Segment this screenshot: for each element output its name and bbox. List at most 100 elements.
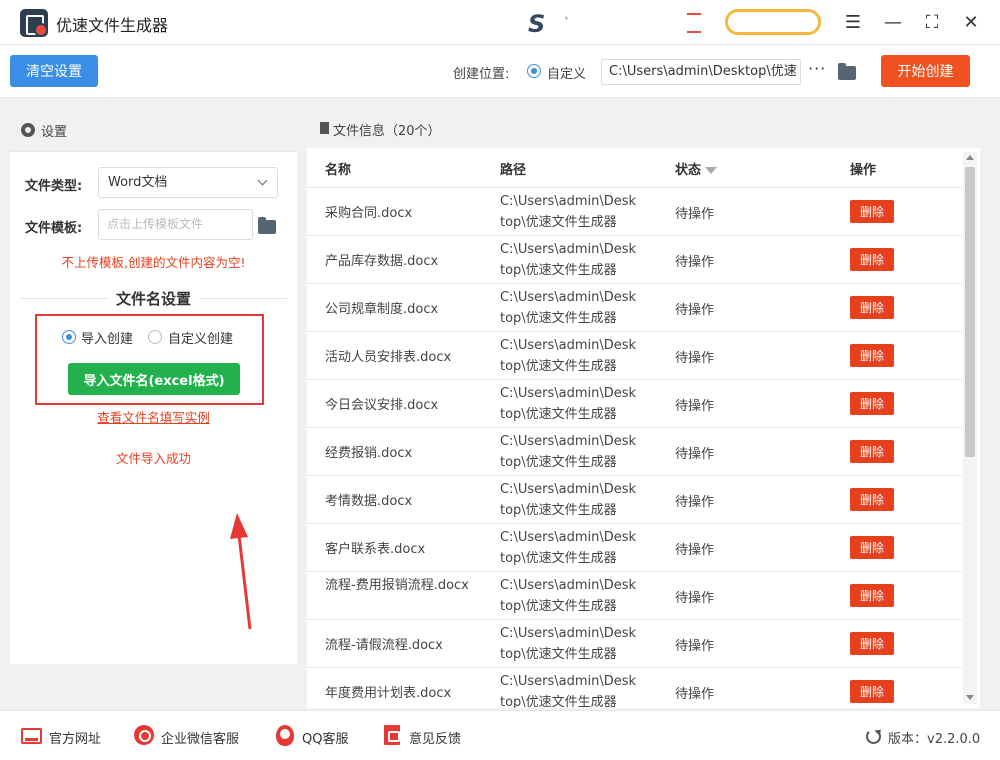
location-path-input[interactable]: C:\Users\admin\Desktop\优速 bbox=[601, 59, 801, 85]
file-status: 待操作 bbox=[675, 255, 715, 270]
column-action: 操作 bbox=[850, 163, 877, 178]
file-name: 经费报销.docx bbox=[325, 446, 413, 461]
app-title: 优速文件生成器 bbox=[56, 16, 169, 35]
file-info-header: 文件信息（20个） bbox=[307, 108, 980, 148]
settings-title: 设置 bbox=[41, 125, 68, 140]
file-path: C:\Users\admin\Desktop\优速文件生成器 bbox=[500, 530, 637, 566]
file-status: 待操作 bbox=[675, 303, 715, 318]
account-pill[interactable] bbox=[725, 9, 821, 35]
import-create-label: 导入创建 bbox=[81, 332, 134, 347]
file-path: C:\Users\admin\Desktop\优速文件生成器 bbox=[500, 626, 637, 662]
version-text: 版本：v2.2.0.0 bbox=[888, 732, 981, 747]
feedback-icon bbox=[384, 725, 400, 745]
file-name: 产品库存数据.docx bbox=[325, 254, 439, 269]
file-name: 活动人员安排表.docx bbox=[325, 350, 452, 365]
file-path: C:\Users\admin\Desktop\优速文件生成器 bbox=[500, 434, 637, 470]
table-row: 活动人员安排表.docx C:\Users\admin\Desktop\优速文件… bbox=[307, 332, 962, 380]
file-status: 待操作 bbox=[675, 447, 715, 462]
document-icon bbox=[320, 122, 329, 134]
delete-button[interactable]: 删除 bbox=[850, 584, 894, 607]
custom-create-radio[interactable] bbox=[148, 330, 162, 344]
location-label: 创建位置: bbox=[453, 67, 510, 82]
delete-button[interactable]: 删除 bbox=[850, 680, 894, 703]
file-path: C:\Users\admin\Desktop\优速文件生成器 bbox=[500, 338, 637, 374]
template-folder-icon[interactable] bbox=[258, 217, 276, 234]
table-row: 流程-费用报销流程.docx C:\Users\admin\Desktop\优速… bbox=[307, 572, 962, 620]
table-row: 产品库存数据.docx C:\Users\admin\Desktop\优速文件生… bbox=[307, 236, 962, 284]
table-scrollbar[interactable] bbox=[963, 152, 977, 704]
column-status[interactable]: 状态 bbox=[675, 159, 718, 178]
brand-logo-mark-icon: ❜ bbox=[565, 16, 569, 27]
file-status: 待操作 bbox=[675, 495, 715, 510]
location-custom-radio[interactable] bbox=[527, 64, 541, 78]
qq-service-link[interactable]: QQ客服 bbox=[302, 728, 348, 747]
menu-icon[interactable]: ☰ bbox=[841, 10, 865, 34]
scroll-down-icon[interactable] bbox=[966, 695, 974, 700]
gear-icon bbox=[21, 123, 35, 137]
delete-button[interactable]: 删除 bbox=[850, 344, 894, 367]
template-warning: 不上传模板,创建的文件内容为空! bbox=[61, 255, 246, 270]
table-header: 名称 路径 状态 操作 bbox=[307, 148, 962, 188]
file-status: 待操作 bbox=[675, 399, 715, 414]
file-status: 待操作 bbox=[675, 639, 715, 654]
file-status: 待操作 bbox=[675, 543, 715, 558]
minimize-icon[interactable]: — bbox=[881, 10, 905, 34]
app-logo-icon bbox=[20, 9, 48, 37]
filter-icon[interactable] bbox=[705, 167, 718, 174]
file-name: 年度费用计划表.docx bbox=[325, 686, 452, 701]
import-create-radio[interactable] bbox=[62, 330, 76, 344]
delete-button[interactable]: 删除 bbox=[850, 296, 894, 319]
delete-button[interactable]: 删除 bbox=[850, 632, 894, 655]
import-filenames-button[interactable]: 导入文件名(excel格式) bbox=[68, 363, 240, 395]
file-info-panel: 文件信息（20个） 名称 路径 状态 操作 采购合同.docx C:\Users… bbox=[307, 108, 980, 708]
table-row: 经费报销.docx C:\Users\admin\Desktop\优速文件生成器… bbox=[307, 428, 962, 476]
file-name: 采购合同.docx bbox=[325, 206, 413, 221]
refresh-icon[interactable] bbox=[866, 729, 881, 744]
location-custom-label: 自定义 bbox=[547, 67, 587, 82]
table-row: 公司规章制度.docx C:\Users\admin\Desktop\优速文件生… bbox=[307, 284, 962, 332]
file-path: C:\Users\admin\Desktop\优速文件生成器 bbox=[500, 290, 637, 326]
scroll-up-icon[interactable] bbox=[966, 155, 974, 160]
file-name: 客户联系表.docx bbox=[325, 542, 426, 557]
file-name: 今日会议安排.docx bbox=[325, 398, 439, 413]
file-status: 待操作 bbox=[675, 687, 715, 702]
file-name: 流程-费用报销流程.docx bbox=[325, 578, 469, 593]
close-icon[interactable]: ✕ bbox=[959, 10, 983, 34]
feedback-link[interactable]: 意见反馈 bbox=[409, 728, 461, 747]
promo-icon[interactable] bbox=[687, 13, 701, 33]
settings-header: 设置 bbox=[10, 108, 297, 152]
column-status-label: 状态 bbox=[675, 163, 702, 178]
file-type-label: 文件类型: bbox=[25, 179, 83, 194]
table-row: 考情数据.docx C:\Users\admin\Desktop\优速文件生成器… bbox=[307, 476, 962, 524]
chevron-down-icon bbox=[257, 175, 268, 186]
folder-icon[interactable] bbox=[838, 63, 856, 80]
column-path: 路径 bbox=[500, 163, 527, 178]
file-type-value: Word文档 bbox=[108, 175, 168, 190]
divider bbox=[199, 298, 287, 299]
footer: 官方网址 企业微信客服 QQ客服 意见反馈 版本：v2.2.0.0 bbox=[0, 710, 1000, 760]
wechat-service-link[interactable]: 企业微信客服 bbox=[161, 728, 239, 747]
file-path: C:\Users\admin\Desktop\优速文件生成器 bbox=[500, 242, 637, 278]
file-name: 公司规章制度.docx bbox=[325, 302, 439, 317]
delete-button[interactable]: 删除 bbox=[850, 488, 894, 511]
delete-button[interactable]: 删除 bbox=[850, 248, 894, 271]
delete-button[interactable]: 删除 bbox=[850, 536, 894, 559]
scroll-thumb[interactable] bbox=[965, 167, 975, 457]
delete-button[interactable]: 删除 bbox=[850, 200, 894, 223]
file-type-select[interactable]: Word文档 bbox=[98, 167, 278, 198]
start-create-button[interactable]: 开始创建 bbox=[881, 55, 970, 87]
title-bar: 优速文件生成器 S ❜ ☰ — ⛶ ✕ bbox=[0, 0, 1000, 45]
website-icon bbox=[21, 728, 42, 744]
maximize-icon[interactable]: ⛶ bbox=[920, 10, 944, 34]
filename-example-link[interactable]: 查看文件名填写实例 bbox=[10, 407, 297, 426]
website-link[interactable]: 官方网址 bbox=[49, 728, 101, 747]
file-path: C:\Users\admin\Desktop\优速文件生成器 bbox=[500, 482, 637, 518]
delete-button[interactable]: 删除 bbox=[850, 392, 894, 415]
file-path: C:\Users\admin\Desktop\优速文件生成器 bbox=[500, 194, 637, 230]
file-status: 待操作 bbox=[675, 591, 715, 606]
template-label: 文件模板: bbox=[25, 221, 83, 236]
delete-button[interactable]: 删除 bbox=[850, 440, 894, 463]
template-input[interactable]: 点击上传模板文件 bbox=[98, 209, 253, 240]
clear-settings-button[interactable]: 清空设置 bbox=[10, 55, 98, 87]
more-options-icon[interactable]: ··· bbox=[808, 59, 826, 78]
